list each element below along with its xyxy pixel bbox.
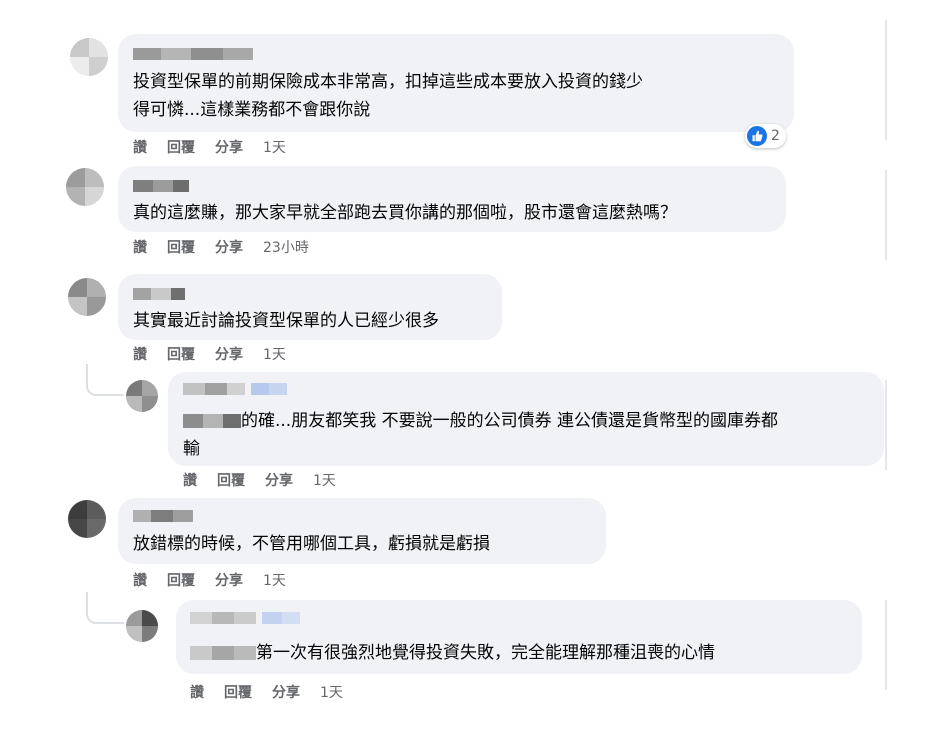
- thumbs-up-icon: [747, 126, 767, 146]
- comment-actions: 讚 回覆 分享 1天: [190, 684, 363, 702]
- comment-text-content: 的確...朋友都笑我 不要說一般的公司債券 連公債還是貨幣型的國庫券都 輸: [183, 411, 779, 459]
- right-edge: [885, 20, 887, 140]
- timestamp[interactable]: 1天: [263, 573, 286, 589]
- timestamp[interactable]: 1天: [320, 685, 343, 701]
- avatar[interactable]: [126, 380, 158, 412]
- comment-text-content: 第一次有很強烈地覺得投資失敗，完全能理解那種沮喪的心情: [256, 643, 715, 663]
- timestamp[interactable]: 1天: [263, 347, 286, 363]
- comment-text: 第一次有很強烈地覺得投資失敗，完全能理解那種沮喪的心情: [190, 639, 855, 667]
- share-button[interactable]: 分享: [215, 573, 243, 589]
- reply-thread-line: [86, 364, 124, 396]
- share-button[interactable]: 分享: [265, 473, 293, 489]
- comment-text: 真的這麼賺，那大家早就全部跑去買你講的那個啦，股市還會這麼熱嗎？: [133, 203, 677, 223]
- reply-button[interactable]: 回覆: [167, 347, 195, 363]
- commenter-name[interactable]: [190, 612, 300, 624]
- timestamp[interactable]: 1天: [263, 140, 286, 156]
- reaction-count-text: 2: [771, 128, 780, 144]
- comment-actions: 讚 回覆 分享 23小時: [133, 239, 329, 257]
- share-button[interactable]: 分享: [215, 140, 243, 156]
- mention-tag[interactable]: [183, 414, 241, 428]
- comment-actions: 讚 回覆 分享 1天: [183, 472, 356, 490]
- commenter-name[interactable]: [133, 510, 193, 522]
- avatar[interactable]: [70, 38, 108, 76]
- like-button[interactable]: 讚: [133, 347, 147, 363]
- timestamp[interactable]: 23小時: [263, 240, 309, 256]
- reply-button[interactable]: 回覆: [167, 240, 195, 256]
- timestamp[interactable]: 1天: [313, 473, 336, 489]
- share-button[interactable]: 分享: [215, 240, 243, 256]
- comment-text: 其實最近討論投資型保單的人已經少很多: [133, 311, 439, 331]
- commenter-name[interactable]: [133, 48, 253, 60]
- reply-button[interactable]: 回覆: [167, 573, 195, 589]
- share-button[interactable]: 分享: [272, 685, 300, 701]
- comment-actions: 讚 回覆 分享 1天: [133, 139, 306, 157]
- reply-button[interactable]: 回覆: [224, 685, 252, 701]
- share-button[interactable]: 分享: [215, 347, 243, 363]
- like-button[interactable]: 讚: [133, 573, 147, 589]
- commenter-name[interactable]: [133, 288, 185, 300]
- right-edge: [885, 170, 887, 260]
- like-button[interactable]: 讚: [183, 473, 197, 489]
- commenter-name[interactable]: [133, 180, 189, 192]
- comment-actions: 讚 回覆 分享 1天: [133, 572, 306, 590]
- reply-button[interactable]: 回覆: [217, 473, 245, 489]
- comment-actions: 讚 回覆 分享 1天: [133, 346, 306, 364]
- reply-thread-line: [86, 592, 124, 624]
- mention-tag[interactable]: [190, 646, 256, 660]
- avatar[interactable]: [126, 610, 158, 642]
- comment-text: 的確...朋友都笑我 不要說一般的公司債券 連公債還是貨幣型的國庫券都 輸: [183, 407, 873, 463]
- comment-text: 投資型保單的前期保險成本非常高，扣掉這些成本要放入投資的錢少 得可憐...這樣業…: [133, 72, 643, 120]
- commenter-name[interactable]: [183, 383, 287, 395]
- right-edge: [885, 380, 887, 470]
- like-button[interactable]: 讚: [133, 140, 147, 156]
- avatar[interactable]: [68, 278, 106, 316]
- like-button[interactable]: 讚: [133, 240, 147, 256]
- like-button[interactable]: 讚: [190, 685, 204, 701]
- avatar[interactable]: [68, 500, 106, 538]
- reaction-count[interactable]: 2: [745, 124, 786, 148]
- comment-text: 放錯標的時候，不管用哪個工具，虧損就是虧損: [133, 534, 490, 554]
- right-edge: [885, 600, 887, 690]
- avatar[interactable]: [66, 168, 104, 206]
- reply-button[interactable]: 回覆: [167, 140, 195, 156]
